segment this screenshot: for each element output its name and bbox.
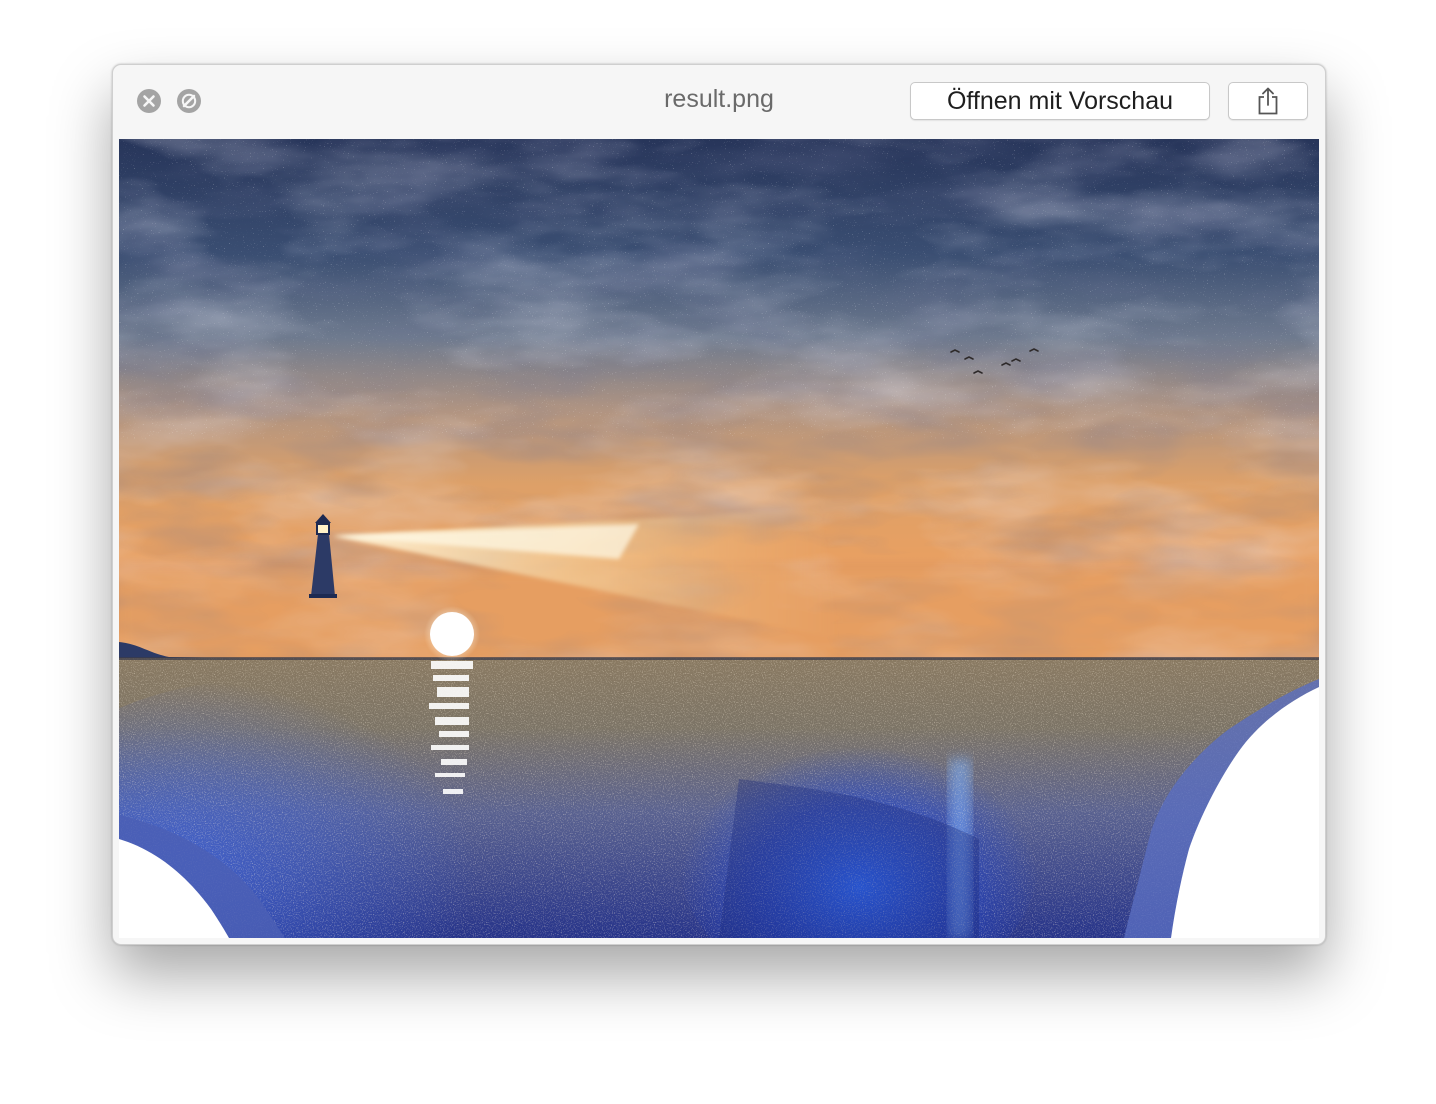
fullscreen-button[interactable] <box>177 89 201 113</box>
share-icon <box>1258 87 1278 115</box>
close-button[interactable] <box>137 89 161 113</box>
open-with-preview-button[interactable]: Öffnen mit Vorschau <box>910 82 1210 120</box>
share-button[interactable] <box>1228 82 1308 120</box>
title-bar: result.png Öffnen mit Vorschau <box>113 65 1325 139</box>
quicklook-window: result.png Öffnen mit Vorschau <box>112 64 1326 945</box>
image-preview <box>119 139 1319 938</box>
rendered-image <box>119 139 1319 938</box>
fullscreen-icon <box>181 93 197 109</box>
close-icon <box>143 95 155 107</box>
